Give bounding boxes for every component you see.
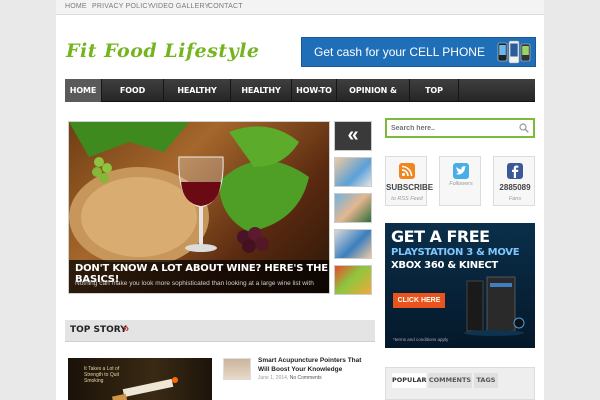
search-input[interactable] bbox=[391, 122, 511, 135]
nav-separator bbox=[458, 79, 459, 102]
slider-thumb-exercise[interactable] bbox=[334, 229, 372, 259]
post-title[interactable]: Smart Acupuncture Pointers That Will Boo… bbox=[258, 356, 368, 374]
top-story-feature-image[interactable]: It Takes a Lot of Strength to Quit Smoki… bbox=[68, 358, 212, 400]
promo-fine-print: *terms and conditions apply bbox=[393, 337, 449, 342]
game-console-icon bbox=[464, 276, 525, 336]
page: HOME PRIVACY POLICY VIDEO GALLERY CONTAC… bbox=[56, 0, 544, 400]
nav-item-healthy-tips[interactable]: HEALTHY TIPS bbox=[231, 79, 291, 118]
promo-click-button[interactable]: CLICK HERE bbox=[393, 293, 445, 308]
promo-line-1: GET A FREE bbox=[391, 227, 490, 246]
wine-image bbox=[69, 122, 309, 262]
topbar-link-privacy[interactable]: PRIVACY POLICY bbox=[92, 3, 153, 10]
slider-prev-button[interactable]: « bbox=[334, 121, 372, 151]
nav-item-home[interactable]: HOME bbox=[65, 79, 101, 102]
header-ad-text: Get cash for your CELL PHONE bbox=[314, 45, 485, 59]
facebook-count: 2885089 bbox=[499, 183, 531, 192]
topbar-link-contact[interactable]: CONTACT bbox=[208, 3, 243, 10]
tab-comments[interactable]: COMMENTS bbox=[428, 373, 472, 388]
nav-item-food-recalls[interactable]: FOOD RECALLS bbox=[102, 79, 163, 118]
social-facebook[interactable]: 2885089 Fans bbox=[493, 156, 535, 206]
search-icon[interactable] bbox=[519, 123, 529, 133]
rss-label: SUBSCRIBE bbox=[386, 183, 434, 192]
post-comments-link[interactable]: No Comments bbox=[290, 375, 322, 381]
top-bar: HOME PRIVACY POLICY VIDEO GALLERY CONTAC… bbox=[56, 0, 544, 15]
search-box bbox=[385, 118, 535, 138]
post-thumbnail[interactable] bbox=[223, 358, 251, 380]
nav-item-healthy-recipe[interactable]: HEALTHY RECIPE bbox=[164, 79, 230, 118]
rss-sublabel: to RSS Feed bbox=[391, 196, 423, 202]
chevron-right-icon: » bbox=[123, 323, 130, 335]
nav-item-opinion-review[interactable]: OPINION & REVIEW bbox=[337, 79, 409, 118]
post-meta: June 1, 2014, No Comments bbox=[258, 375, 322, 381]
top-story-title: TOP STORY bbox=[70, 325, 127, 335]
slider-excerpt: Nothing can make you look more sophistic… bbox=[75, 280, 314, 287]
twitter-sublabel: Followers bbox=[449, 181, 473, 187]
social-twitter[interactable]: Followers bbox=[439, 156, 481, 206]
facebook-icon bbox=[507, 163, 523, 179]
slider-thumb-kids[interactable] bbox=[334, 193, 372, 223]
featured-slider[interactable]: DON'T KNOW A LOT ABOUT WINE? HERE'S THE … bbox=[68, 121, 330, 294]
tab-tags[interactable]: TAGS bbox=[474, 373, 498, 388]
nav-item-top-story[interactable]: TOP STORY bbox=[410, 79, 458, 118]
tab-popular[interactable]: POPULAR bbox=[392, 373, 427, 388]
sidebar-tabs: POPULAR COMMENTS TAGS bbox=[385, 367, 535, 400]
slider-caption: DON'T KNOW A LOT ABOUT WINE? HERE'S THE … bbox=[69, 260, 329, 293]
site-logo[interactable]: Fit Food Lifestyle bbox=[66, 40, 259, 62]
main-nav: HOME FOOD RECALLS HEALTHY RECIPE HEALTHY… bbox=[65, 79, 535, 118]
topbar-link-home[interactable]: HOME bbox=[65, 3, 87, 10]
facebook-sublabel: Fans bbox=[508, 196, 522, 202]
top-story-header: TOP STORY » bbox=[65, 320, 375, 342]
topbar-link-video[interactable]: VIDEO GALLERY bbox=[151, 3, 210, 10]
nav-item-how-to[interactable]: HOW-TO bbox=[292, 79, 336, 102]
slider-thumb-vegetables[interactable] bbox=[334, 265, 372, 295]
slider-thumb-family[interactable] bbox=[334, 157, 372, 187]
promo-line-3: XBOX 360 & KINECT bbox=[391, 260, 498, 271]
post-date: June 1, 2014, bbox=[258, 375, 289, 381]
header-ad-banner[interactable]: Get cash for your CELL PHONE bbox=[301, 37, 536, 67]
promo-line-2: PLAYSTATION 3 & MOVE bbox=[391, 247, 520, 258]
cell-phones-icon bbox=[497, 40, 531, 64]
cigarette-image bbox=[112, 377, 178, 400]
rss-icon bbox=[399, 163, 415, 179]
promo-banner[interactable]: GET A FREE PLAYSTATION 3 & MOVE XBOX 360… bbox=[385, 223, 535, 348]
twitter-icon bbox=[453, 163, 469, 179]
social-rss[interactable]: SUBSCRIBE to RSS Feed bbox=[385, 156, 434, 206]
